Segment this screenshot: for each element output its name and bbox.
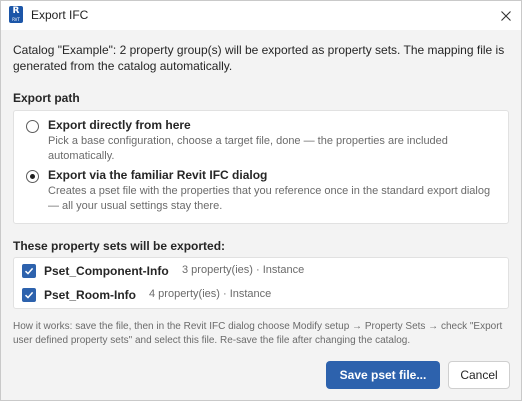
intro-text: Catalog "Example": 2 property group(s) w…: [13, 43, 505, 73]
checkmark-icon: [24, 291, 34, 299]
radio-export-direct[interactable]: [26, 120, 39, 133]
option-title: Export via the familiar Revit IFC dialog: [48, 168, 268, 182]
export-path-label: Export path: [13, 91, 80, 105]
app-icon-sub: RVT: [12, 17, 20, 22]
option-export-revit-dialog[interactable]: Export via the familiar Revit IFC dialog…: [26, 168, 500, 214]
close-button[interactable]: [491, 1, 521, 30]
save-pset-file-button[interactable]: Save pset file...: [326, 361, 440, 389]
how-it-works-text: How it works: save the file, then in the…: [13, 321, 503, 346]
window-title: Export IFC: [31, 8, 89, 22]
checkmark-icon: [24, 267, 34, 275]
cancel-button[interactable]: Cancel: [448, 361, 510, 389]
app-icon-letter: R: [12, 6, 20, 16]
pset-checkbox[interactable]: [22, 288, 36, 302]
export-ifc-dialog: R RVT Export IFC Catalog "Example": 2 pr…: [0, 0, 522, 401]
revit-app-icon: R RVT: [9, 6, 23, 23]
pset-row[interactable]: Pset_Room-Info 4 property(ies) · Instanc…: [22, 287, 502, 305]
property-sets-label: These property sets will be exported:: [13, 239, 226, 253]
pset-name: Pset_Room-Info: [44, 288, 137, 302]
pset-checkbox[interactable]: [22, 264, 36, 278]
radio-export-revit-dialog[interactable]: [26, 170, 39, 183]
dialog-content: Catalog "Example": 2 property group(s) w…: [1, 30, 521, 400]
option-title: Export directly from here: [48, 118, 191, 132]
option-description: Creates a pset file with the properties …: [48, 185, 491, 212]
option-description: Pick a base configuration, choose a targ…: [48, 135, 448, 162]
property-sets-list: Pset_Component-Info 3 property(ies) · In…: [13, 257, 509, 309]
export-path-group: Export directly from here Pick a base co…: [13, 110, 509, 224]
pset-row[interactable]: Pset_Component-Info 3 property(ies) · In…: [22, 263, 502, 281]
pset-meta: 3 property(ies) · Instance: [182, 264, 305, 276]
title-bar: R RVT Export IFC: [1, 1, 521, 30]
option-export-direct[interactable]: Export directly from here Pick a base co…: [26, 118, 500, 164]
pset-name: Pset_Component-Info: [44, 264, 169, 278]
pset-meta: 4 property(ies) · Instance: [149, 288, 272, 300]
close-icon: [501, 10, 511, 21]
